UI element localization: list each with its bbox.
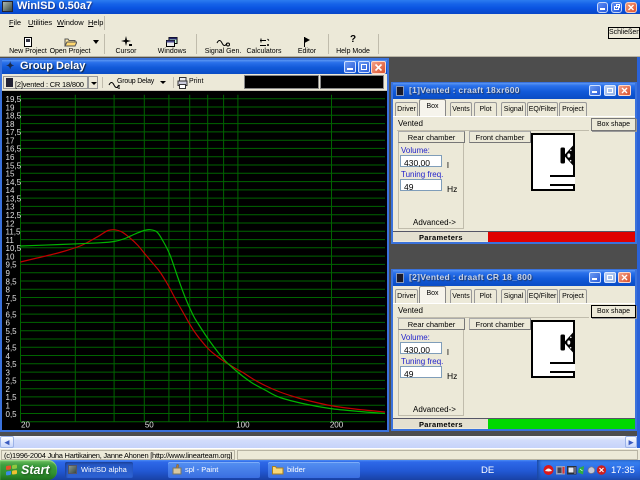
svg-text:15,5: 15,5 [6, 161, 22, 170]
svg-text:19,5: 19,5 [6, 95, 22, 104]
svg-text:4,5: 4,5 [6, 344, 18, 353]
svg-text:3: 3 [6, 368, 11, 377]
svg-text:8: 8 [6, 286, 11, 295]
svg-text:16: 16 [6, 153, 15, 162]
svg-text:50: 50 [145, 421, 154, 429]
svg-text:7: 7 [6, 302, 11, 311]
svg-text:16,5: 16,5 [6, 145, 22, 154]
svg-text:9,5: 9,5 [6, 261, 18, 270]
svg-text:100: 100 [236, 421, 250, 429]
svg-text:8,5: 8,5 [6, 277, 18, 286]
svg-text:200: 200 [330, 421, 344, 429]
svg-text:9: 9 [6, 269, 11, 278]
svg-text:5: 5 [6, 335, 11, 344]
svg-text:0,5: 0,5 [6, 410, 18, 419]
svg-text:12,5: 12,5 [6, 211, 22, 220]
svg-text:17,5: 17,5 [6, 128, 22, 137]
svg-text:17: 17 [6, 137, 15, 146]
svg-text:14,5: 14,5 [6, 178, 22, 187]
svg-text:19: 19 [6, 103, 15, 112]
svg-text:18: 18 [6, 120, 15, 129]
svg-text:11: 11 [6, 236, 15, 245]
svg-text:14: 14 [6, 186, 15, 195]
svg-text:13,5: 13,5 [6, 194, 22, 203]
svg-text:20: 20 [21, 421, 30, 429]
svg-text:2,5: 2,5 [6, 377, 18, 386]
svg-text:6,5: 6,5 [6, 310, 18, 319]
svg-text:6: 6 [6, 319, 11, 328]
svg-text:5,5: 5,5 [6, 327, 18, 336]
svg-text:3,5: 3,5 [6, 360, 18, 369]
svg-text:11,5: 11,5 [6, 228, 22, 237]
svg-text:18,5: 18,5 [6, 112, 22, 121]
svg-text:10: 10 [6, 252, 15, 261]
svg-text:10,5: 10,5 [6, 244, 22, 253]
svg-text:13: 13 [6, 203, 15, 212]
svg-text:12: 12 [6, 219, 15, 228]
svg-text:7,5: 7,5 [6, 294, 18, 303]
svg-text:1: 1 [6, 402, 11, 411]
svg-text:15: 15 [6, 170, 15, 179]
svg-text:2: 2 [6, 385, 11, 394]
svg-text:1,5: 1,5 [6, 393, 18, 402]
svg-text:4: 4 [6, 352, 11, 361]
